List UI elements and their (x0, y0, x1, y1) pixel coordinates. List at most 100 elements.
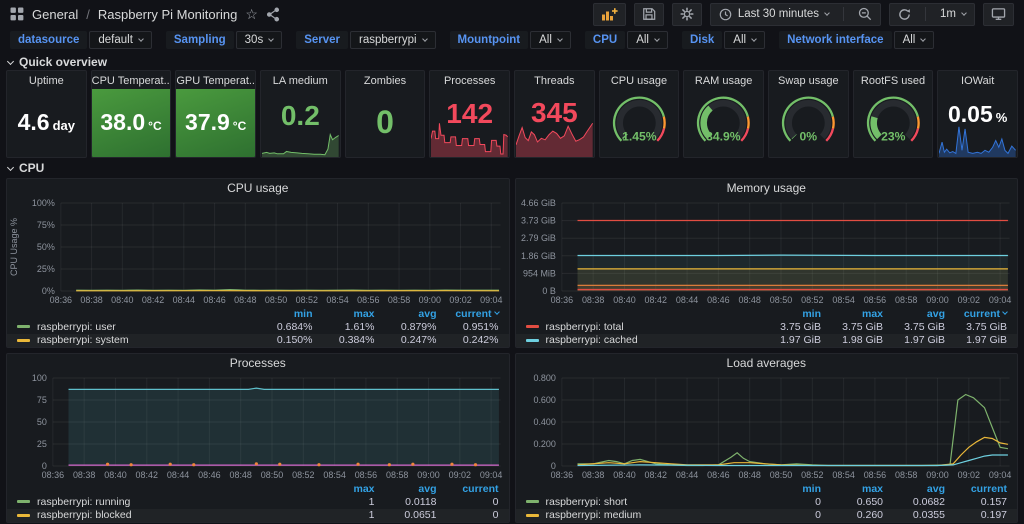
stat-value-number: 142 (446, 100, 493, 128)
monitor-icon (991, 7, 1006, 21)
svg-text:08:46: 08:46 (198, 470, 220, 480)
svg-text:09:02: 09:02 (449, 470, 471, 480)
legend-value: 0.0682 (883, 496, 945, 508)
refresh-interval-picker[interactable]: 1m (932, 4, 974, 25)
svg-text:08:50: 08:50 (769, 470, 791, 480)
legend-series-name[interactable]: raspberrypi: blocked (17, 509, 313, 521)
filter-bar: datasourcedefaultSampling30sServerraspbe… (0, 28, 1024, 54)
time-range-picker[interactable]: Last 30 minutes (711, 4, 837, 25)
stat-value-unit: °C (148, 119, 161, 133)
stat-panel-title[interactable]: CPU Temperat... (92, 71, 171, 87)
legend-column-min[interactable]: min (251, 308, 313, 320)
svg-text:0.800: 0.800 (533, 373, 555, 383)
variable-value-dropdown[interactable]: 30s (236, 31, 283, 49)
legend-column-avg[interactable]: avg (883, 483, 945, 495)
kiosk-mode-button[interactable] (983, 3, 1014, 26)
refresh-button[interactable] (890, 4, 919, 25)
variable-value-dropdown[interactable]: All (724, 31, 765, 49)
legend-column-min[interactable]: min (759, 483, 821, 495)
stat-panel-title[interactable]: RootFS used (854, 71, 933, 87)
series-color-swatch (17, 500, 30, 503)
legend-column-current[interactable]: current (945, 483, 1007, 495)
refresh-group: 1m (889, 3, 975, 26)
variable-value-dropdown[interactable]: All (627, 31, 668, 49)
time-range-label: Last 30 minutes (738, 8, 819, 20)
legend-column-max[interactable]: max (821, 308, 883, 320)
stat-panel-ram-usage: RAM usage 34.9% (683, 70, 764, 158)
svg-text:75: 75 (37, 395, 47, 405)
gauge-value: 34.9% (706, 130, 741, 144)
legend-column-max[interactable]: max (821, 483, 883, 495)
legend-series-name[interactable]: raspberrypi: total (526, 321, 760, 333)
legend-column-max[interactable]: max (313, 483, 375, 495)
refresh-interval-label: 1m (940, 8, 956, 20)
legend-column-current[interactable]: current (437, 483, 499, 495)
stat-panel-title[interactable]: GPU Temperat... (176, 71, 255, 87)
svg-text:1.86 GiB: 1.86 GiB (521, 251, 556, 261)
variable-value-dropdown[interactable]: All (894, 31, 935, 49)
stat-panel-body: 0 (346, 87, 425, 157)
zoom-out-button[interactable] (850, 4, 880, 25)
section-cpu[interactable]: CPU (0, 160, 1024, 176)
stat-value-number: 0.2 (281, 102, 320, 130)
legend-series-name[interactable]: raspberrypi: system (17, 334, 251, 346)
legend-column-avg[interactable]: avg (883, 308, 945, 320)
stat-panel-title[interactable]: RAM usage (684, 71, 763, 87)
legend-row: raspberrypi: short00.6500.06820.157 (516, 495, 1018, 508)
add-panel-button[interactable] (593, 3, 626, 26)
stat-panel-title[interactable]: Uptime (7, 71, 86, 87)
save-dashboard-button[interactable] (634, 3, 664, 26)
dashboards-grid-icon[interactable] (10, 7, 24, 21)
series-color-swatch (526, 500, 539, 503)
legend-series-name[interactable]: raspberrypi: cached (526, 334, 760, 346)
legend-column-avg[interactable]: avg (375, 483, 437, 495)
stat-value-number: 37.9 (185, 111, 230, 134)
legend-column-current[interactable]: current (945, 308, 1007, 320)
chart-panel-title[interactable]: CPU usage (7, 179, 509, 197)
legend-column-min[interactable]: min (759, 308, 821, 320)
svg-text:08:48: 08:48 (229, 470, 251, 480)
charts-grid: CPU usage0%25%50%75%100%08:3608:3808:400… (6, 178, 1018, 523)
variable-mountpoint: MountpointAll (450, 31, 571, 49)
share-icon[interactable] (266, 7, 280, 22)
chart-panel-title[interactable]: Memory usage (516, 179, 1018, 197)
section-quick-overview[interactable]: Quick overview (0, 54, 1024, 70)
variable-server: Serverraspberrypi (296, 31, 435, 49)
svg-text:08:44: 08:44 (675, 295, 697, 305)
gauge: 0% (769, 93, 848, 151)
stat-panel-title[interactable]: Zombies (346, 71, 425, 87)
svg-text:08:46: 08:46 (203, 295, 225, 305)
legend-series-name[interactable]: raspberrypi: running (17, 496, 313, 508)
legend-column-max[interactable]: max (313, 308, 375, 320)
stat-panel-body: 37.9°C (176, 87, 255, 157)
variable-value-dropdown[interactable]: raspberrypi (350, 31, 436, 49)
stat-panel-title[interactable]: LA medium (261, 71, 340, 87)
stat-panel-title[interactable]: CPU usage (600, 71, 679, 87)
stat-panel-title[interactable]: IOWait (938, 71, 1017, 87)
stat-panel-title[interactable]: Processes (430, 71, 509, 87)
star-icon[interactable]: ☆ (245, 7, 258, 21)
legend-header: minmaxavgcurrent (516, 482, 1018, 495)
stat-value: 0.2 (281, 102, 320, 130)
stat-value-number: 0 (376, 106, 394, 138)
variable-value-dropdown[interactable]: All (530, 31, 571, 49)
svg-text:4.66 GiB: 4.66 GiB (521, 198, 556, 208)
legend-series-name[interactable]: raspberrypi: medium (526, 509, 760, 521)
legend-value: 0.650 (821, 496, 883, 508)
legend-column-avg[interactable]: avg (375, 308, 437, 320)
dashboard-settings-button[interactable] (672, 3, 702, 26)
stat-panel-title[interactable]: Threads (515, 71, 594, 87)
variable-value-dropdown[interactable]: default (89, 31, 152, 49)
stat-panel-body: 0.05% (938, 87, 1017, 157)
stat-panel-title[interactable]: Swap usage (769, 71, 848, 87)
legend-value: 1.61% (313, 321, 375, 333)
stat-panel-body: 142 (430, 87, 509, 157)
legend-series-name[interactable]: raspberrypi: user (17, 321, 251, 333)
svg-text:09:04: 09:04 (988, 470, 1010, 480)
chart-panel-title[interactable]: Processes (7, 354, 509, 372)
breadcrumb-folder[interactable]: General (32, 7, 78, 22)
legend-series-name[interactable]: raspberrypi: short (526, 496, 760, 508)
chart-panel-title[interactable]: Load averages (516, 354, 1018, 372)
legend-column-current[interactable]: current (437, 308, 499, 320)
svg-text:08:54: 08:54 (832, 295, 854, 305)
